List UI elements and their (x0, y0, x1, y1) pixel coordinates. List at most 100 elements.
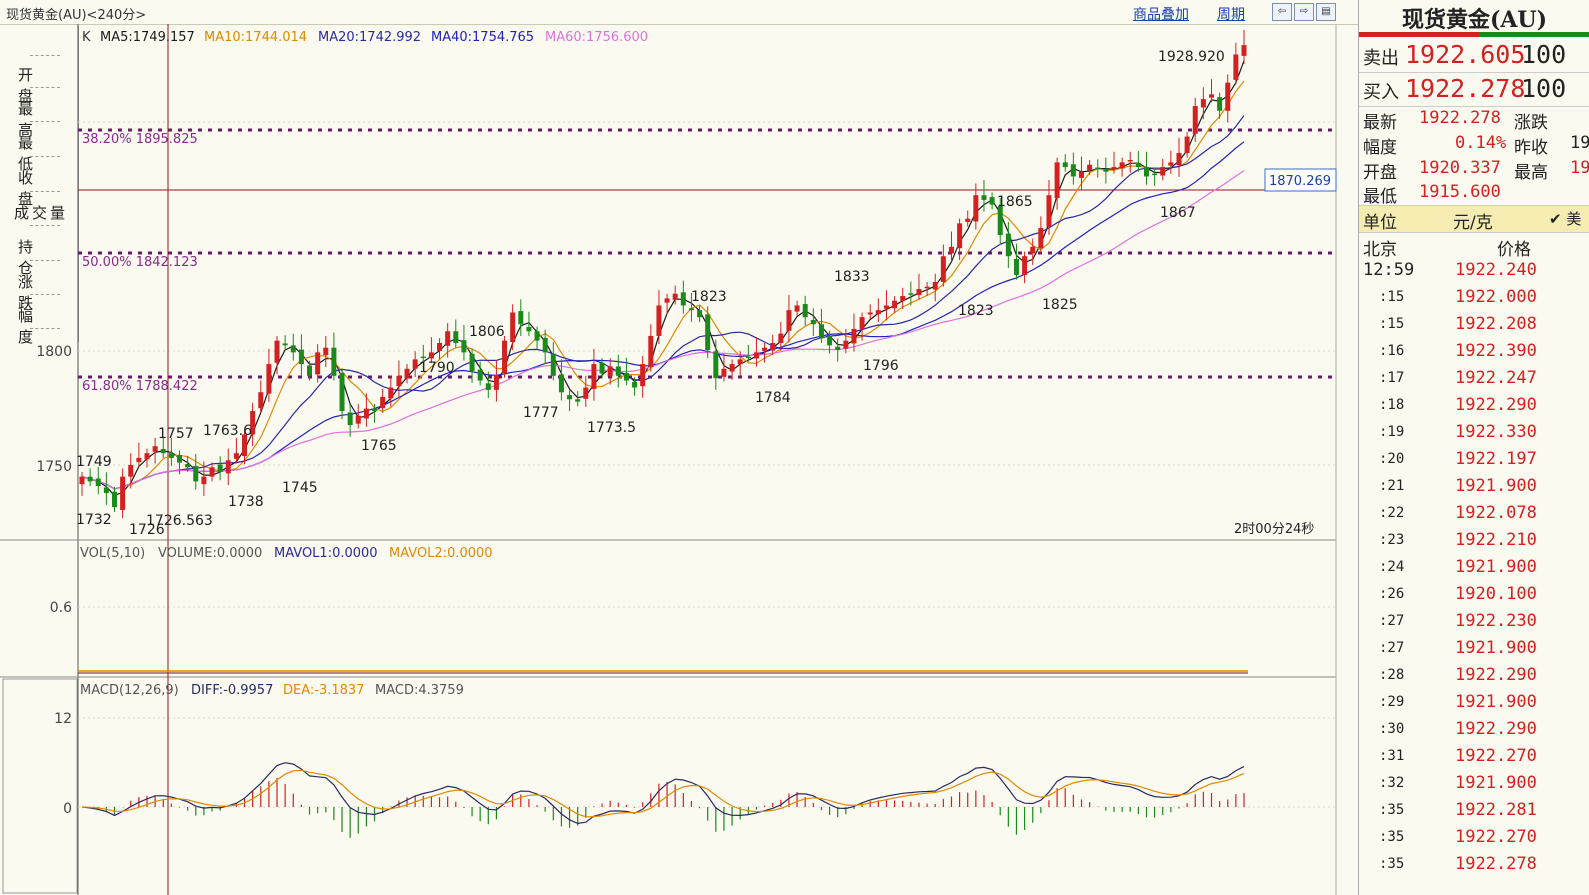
tick-time: :27 (1379, 613, 1405, 629)
tick-list[interactable]: 12:59 1922.240:15 1922.000:15 1922.208:16 19… (1359, 258, 1589, 895)
candle-body (152, 446, 158, 452)
buy-volume: 100 (1521, 74, 1567, 103)
candle-body (282, 343, 288, 346)
commodity-overlay-link[interactable]: 商品叠加 (1133, 4, 1189, 24)
price-annotation: 1749 (76, 454, 112, 470)
price-annotation: 1765 (361, 438, 397, 454)
fib-label: 61.80% 1788.422 (82, 379, 198, 394)
price-annotation: 1806 (469, 324, 505, 340)
candle-body (95, 478, 101, 487)
stat-label: 最高 (1514, 163, 1548, 183)
stat-value-last: 1922.278 (1419, 108, 1501, 128)
ma-legend-ma20: MA20:1742.992 (318, 30, 421, 45)
candle-body (193, 465, 199, 482)
candle-body (713, 351, 719, 379)
candle-body (1038, 228, 1044, 249)
candle-body (1054, 162, 1060, 199)
macd-legend: DIFF:-0.9957 (191, 683, 273, 698)
candle-body (112, 491, 118, 508)
candle-body (867, 312, 873, 315)
candle-body (185, 464, 191, 468)
layout-icon[interactable]: ▤ (1316, 3, 1336, 21)
candle-body (973, 195, 979, 222)
candle-body (1152, 173, 1158, 176)
candle-body (1087, 164, 1093, 171)
sell-price: 1922.605 (1405, 40, 1526, 69)
kline-chart[interactable]: 1800 1750 0.6 12 0 38.20% 1895.825 50.00… (0, 24, 1358, 895)
candle-body (79, 476, 85, 485)
price-annotation: 1726.563 (146, 513, 213, 529)
candle-body (225, 460, 231, 474)
arrow-right-icon[interactable]: ⇨ (1294, 3, 1314, 21)
candle-body (298, 349, 304, 365)
candle-body (87, 476, 93, 482)
sell-row: 卖出 1922.605 100 (1359, 38, 1589, 73)
tick-price: 1922.210 (1455, 530, 1537, 550)
candle-body (737, 359, 743, 365)
unit-label: 单位 (1363, 213, 1397, 233)
candle-body (469, 353, 475, 372)
candle-body (266, 364, 272, 394)
candle-body (136, 457, 142, 463)
tick-price: 1922.197 (1455, 449, 1537, 469)
price-annotation: 1784 (755, 390, 791, 406)
currency-toggle[interactable]: ✔ 美 (1549, 208, 1581, 229)
period-link[interactable]: 周期 (1217, 4, 1245, 24)
macd-legend: DEA:-3.1837 (283, 683, 364, 698)
candle-body (331, 347, 337, 376)
tick-time: :23 (1379, 532, 1405, 548)
candle-body (1143, 167, 1149, 177)
tick-time: :35 (1379, 802, 1405, 818)
tick-price: 1922.278 (1455, 854, 1537, 874)
candle-body (810, 319, 816, 325)
stat-label: 最新 (1363, 113, 1397, 133)
ma-legend-ma10: MA10:1744.014 (204, 30, 307, 45)
candle-body (615, 366, 621, 376)
candle-body (510, 312, 516, 343)
candle-body (502, 340, 508, 374)
tick-time: :15 (1379, 289, 1405, 305)
candle-body (1160, 167, 1166, 176)
candle-body (786, 310, 792, 331)
candle-body (396, 375, 402, 387)
unit-row[interactable]: 单位 元/克 ✔ 美 (1359, 205, 1589, 233)
price-annotation: 1833 (834, 269, 870, 285)
tick-price: 1922.270 (1455, 746, 1537, 766)
arrow-left-icon[interactable]: ⇦ (1272, 3, 1292, 21)
candle-body (664, 298, 670, 303)
candle-body (794, 305, 800, 312)
candle-body (745, 356, 751, 359)
candle-body (623, 373, 629, 381)
candle-body (1022, 256, 1028, 275)
macd-axis-label: 0 (63, 801, 72, 817)
title-accent-bar (1359, 32, 1479, 37)
candle-body (632, 381, 638, 388)
candle-body (851, 328, 857, 344)
candle-body (1103, 169, 1109, 172)
candle-body (558, 374, 564, 393)
tick-price: 1920.100 (1455, 584, 1537, 604)
candle-body (981, 195, 987, 200)
price-annotation: 1757 (158, 426, 194, 442)
ma-line-4 (81, 170, 1245, 490)
ma-legend-k: K (82, 30, 91, 45)
stats-block: 最新 1922.278 涨跌 幅度 0.14% 昨收 19 开盘 1920.33… (1359, 107, 1589, 207)
candle-body (924, 286, 930, 289)
tick-price: 1922.000 (1455, 287, 1537, 307)
candle-body (160, 448, 166, 454)
price-annotation: 1867 (1160, 205, 1196, 221)
candle-body (656, 305, 662, 336)
candle-body (347, 412, 353, 426)
candle-body (388, 387, 394, 399)
candle-body (1111, 167, 1117, 169)
candle-body (1030, 246, 1036, 254)
candle-body (599, 362, 605, 374)
candle-body (1200, 99, 1206, 108)
price-annotation: 1777 (523, 405, 559, 421)
candle-body (1005, 233, 1011, 257)
stat-value-prev-close: 19 (1570, 133, 1589, 153)
sell-label: 卖出 (1363, 48, 1399, 69)
unit-value: 元/克 (1453, 213, 1493, 233)
candle-body (380, 396, 386, 409)
candle-body (526, 327, 532, 332)
